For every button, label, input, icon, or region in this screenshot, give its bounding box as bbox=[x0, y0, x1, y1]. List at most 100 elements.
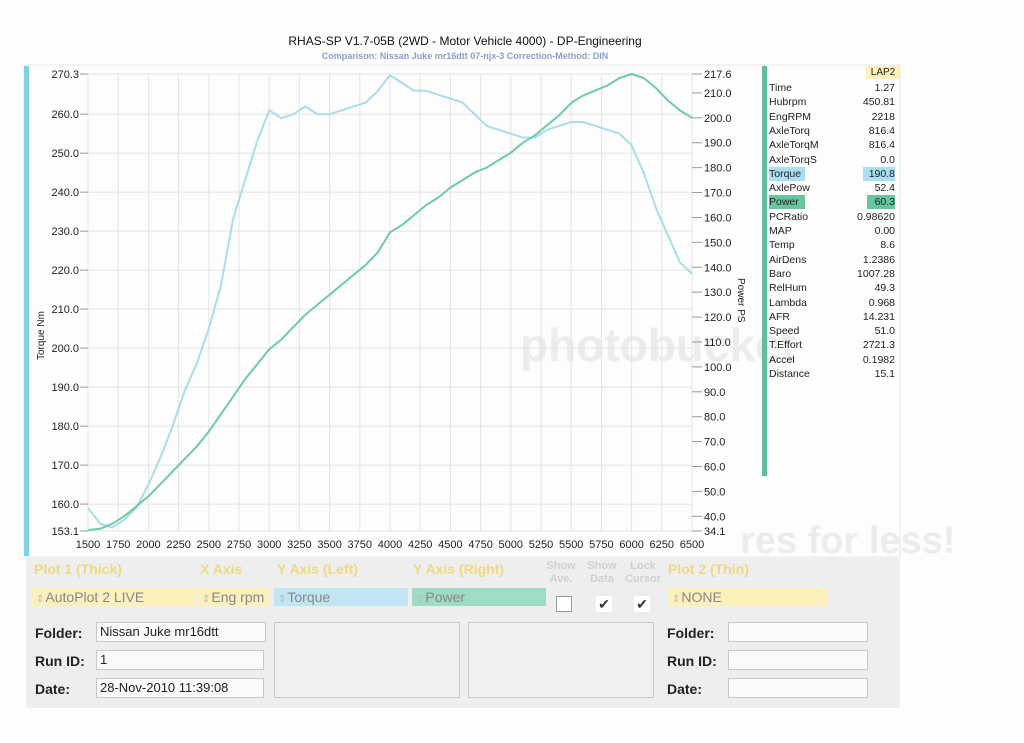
live-data-value: 816.4 bbox=[868, 124, 895, 137]
left-tick-label: 220.0 bbox=[51, 265, 79, 277]
updown-icon: ⇕ bbox=[416, 594, 425, 605]
live-data-row: Baro 1007.28 bbox=[769, 267, 899, 281]
x-tick-label: 5250 bbox=[529, 539, 553, 551]
live-data-value: 0.0 bbox=[880, 153, 895, 166]
live-data-key: Lambda bbox=[769, 296, 807, 309]
live-data-value: 0.00 bbox=[874, 225, 895, 237]
x-tick-label: 1750 bbox=[106, 539, 130, 551]
yleft-select[interactable]: ⇕Torque bbox=[274, 588, 408, 606]
live-data-value: 2218 bbox=[871, 110, 895, 123]
live-data-key: Distance bbox=[769, 368, 810, 380]
live-data-value: 1.27 bbox=[874, 82, 895, 94]
yright-label: Y Axis (Right) bbox=[413, 561, 505, 577]
live-data-value: 1007.28 bbox=[857, 267, 895, 280]
x-tick-label: 3500 bbox=[317, 539, 341, 551]
live-data-row: Speed 51.0 bbox=[769, 324, 899, 338]
live-data-row: Time 1.27 bbox=[769, 81, 899, 95]
live-data-value: 450.81 bbox=[862, 96, 895, 109]
folder-label-right: Folder: bbox=[667, 625, 715, 641]
live-data-value: 2721.3 bbox=[862, 339, 895, 352]
plot1-label: Plot 1 (Thick) bbox=[34, 561, 122, 577]
live-data-row: AxleTorq 816.4 bbox=[769, 124, 899, 138]
live-data-key: AFR bbox=[769, 310, 790, 323]
date-field-left[interactable]: 28-Nov-2010 11:39:08 bbox=[96, 678, 264, 698]
yright-select[interactable]: ⇕Power bbox=[412, 588, 546, 606]
live-data-value: 52.4 bbox=[874, 182, 895, 195]
live-data-value: 8.6 bbox=[880, 239, 895, 252]
live-data-row: T.Effort 2721.3 bbox=[769, 338, 899, 352]
left-tick-label: 153.1 bbox=[51, 526, 79, 538]
updown-icon: ⇕ bbox=[672, 594, 681, 605]
x-tick-label: 6000 bbox=[619, 539, 643, 551]
live-data-row: AxlePow 52.4 bbox=[769, 181, 899, 195]
live-data-value: 15.1 bbox=[874, 368, 895, 380]
live-data-row: RelHum 49.3 bbox=[769, 281, 899, 295]
xaxis-select[interactable]: ⇕Eng rpm bbox=[198, 588, 270, 606]
xaxis-label: X Axis bbox=[200, 561, 243, 577]
x-tick-label: 5750 bbox=[589, 539, 613, 551]
left-tick-label: 250.0 bbox=[51, 148, 79, 160]
plot1-select[interactable]: ⇕AutoPlot 2 LIVE bbox=[32, 588, 196, 606]
x-tick-label: 4500 bbox=[438, 539, 462, 551]
live-data-row: AirDens 1.2386 bbox=[769, 253, 899, 267]
right-tick-label: 90.0 bbox=[704, 387, 725, 399]
right-tick-label: 190.0 bbox=[704, 138, 732, 150]
x-tick-label: 2000 bbox=[136, 539, 160, 551]
live-data-row: Distance 15.1 bbox=[769, 367, 899, 381]
x-tick-label: 4250 bbox=[408, 539, 432, 551]
live-data-value: 0.98620 bbox=[857, 210, 895, 223]
right-tick-label: 120.0 bbox=[704, 312, 732, 324]
right-tick-label: 60.0 bbox=[704, 461, 725, 473]
right-tick-label: 110.0 bbox=[704, 337, 731, 349]
left-tick-label: 240.0 bbox=[51, 187, 79, 199]
lock-cursor-checkbox[interactable]: ✔ bbox=[634, 596, 650, 612]
runid-field-left[interactable]: 1 bbox=[96, 650, 264, 670]
show-ave-checkbox[interactable] bbox=[556, 596, 572, 612]
folder-field-right[interactable] bbox=[728, 622, 868, 642]
yleft-label: Y Axis (Left) bbox=[277, 561, 358, 577]
right-axis-label: Power PS bbox=[735, 278, 746, 323]
live-data-key: Speed bbox=[769, 325, 800, 338]
x-tick-label: 6500 bbox=[680, 539, 704, 551]
left-tick-label: 160.0 bbox=[51, 499, 79, 511]
live-data-value: 51.0 bbox=[874, 325, 895, 338]
plot-controls: Plot 1 (Thick) X Axis Y Axis (Left) Y Ax… bbox=[26, 558, 900, 708]
left-tick-label: 200.0 bbox=[51, 343, 79, 355]
x-tick-label: 3750 bbox=[348, 539, 372, 551]
x-tick-label: 4000 bbox=[378, 539, 402, 551]
right-tick-label: 100.0 bbox=[704, 362, 732, 374]
live-data-key: Baro bbox=[769, 267, 792, 280]
notes-box-2[interactable] bbox=[468, 622, 654, 698]
live-data-row: AxleTorqM 816.4 bbox=[769, 138, 899, 152]
right-tick-label: 34.1 bbox=[704, 526, 725, 538]
live-data-key: Accel bbox=[769, 353, 795, 366]
left-tick-label: 170.0 bbox=[51, 460, 79, 472]
live-data-key: PCRatio bbox=[769, 210, 809, 223]
live-data-key: Hubrpm bbox=[769, 96, 807, 109]
live-data-key: AxleTorq bbox=[769, 124, 810, 137]
live-data-row: PCRatio 0.98620 bbox=[769, 210, 899, 224]
x-tick-label: 4750 bbox=[468, 539, 492, 551]
x-tick-label: 6250 bbox=[650, 539, 674, 551]
left-tick-label: 210.0 bbox=[51, 304, 79, 316]
right-tick-label: 150.0 bbox=[704, 237, 732, 249]
runid-label-left: Run ID: bbox=[35, 653, 85, 669]
right-tick-label: 70.0 bbox=[704, 437, 725, 449]
right-tick-label: 50.0 bbox=[704, 486, 725, 498]
live-data-row: Hubrpm 450.81 bbox=[769, 95, 899, 109]
live-data-key: MAP bbox=[769, 225, 792, 237]
updown-icon: ⇕ bbox=[278, 594, 287, 605]
show-data-checkbox[interactable]: ✔ bbox=[596, 596, 612, 612]
date-field-right[interactable] bbox=[728, 678, 868, 698]
runid-field-right[interactable] bbox=[728, 650, 868, 670]
x-tick-label: 1500 bbox=[76, 539, 100, 551]
right-tick-label: 40.0 bbox=[704, 511, 725, 523]
plot2-select[interactable]: ⇕NONE bbox=[668, 588, 828, 606]
notes-box-1[interactable] bbox=[274, 622, 460, 698]
x-tick-label: 5000 bbox=[499, 539, 523, 551]
folder-field-left[interactable]: Nissan Juke mr16dtt bbox=[96, 622, 266, 642]
right-tick-label: 210.0 bbox=[704, 88, 732, 100]
left-tick-label: 190.0 bbox=[51, 382, 79, 394]
left-tick-label: 180.0 bbox=[51, 421, 79, 433]
x-axis-ticks: 1500 1750 2000 2250 2500 2750 3000 3250 3500 3750… bbox=[76, 539, 704, 551]
